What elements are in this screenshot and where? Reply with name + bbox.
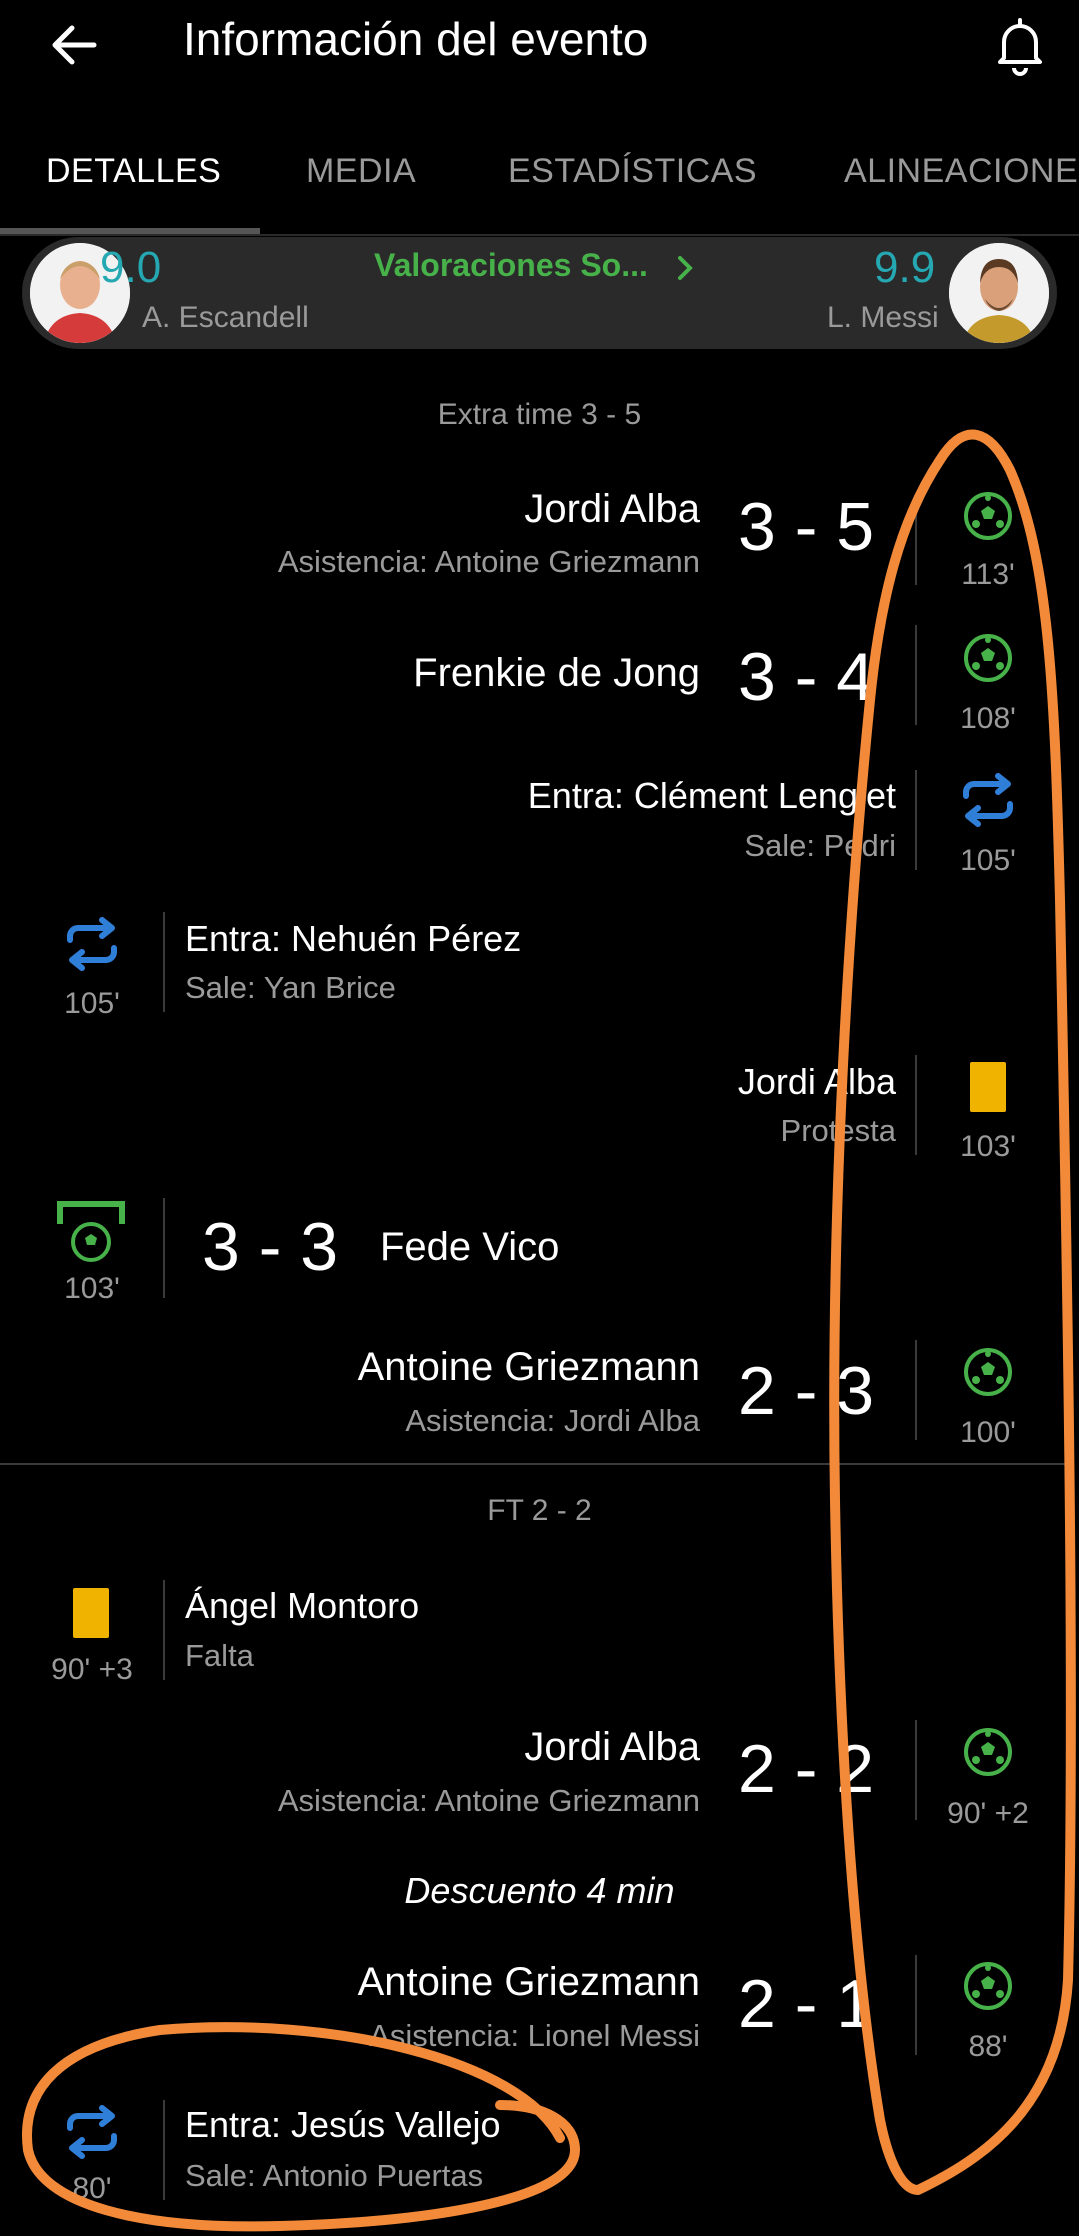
event-divider [915,495,917,585]
event-minute: 103' [64,1272,120,1305]
event-player: Antoine Griezmann [357,1345,700,1389]
event-divider [915,1955,917,2055]
event-detail: Asistencia: Antoine Griezmann [277,1783,700,1818]
event-divider [915,770,917,870]
page-title: Información del evento [183,13,649,65]
event-divider [163,2100,165,2200]
substitution-icon [67,917,117,971]
ratings-link-label: Valoraciones So... [374,247,648,283]
ratings-link[interactable]: Valoraciones So... [374,247,695,284]
event-minute: 100' [960,1416,1016,1449]
away-player-name: L. Messi [827,301,939,334]
stoppage-time-label: Descuento 4 min [404,1870,675,1911]
event-minute: 105' [64,987,120,1020]
penalty-goal-icon [57,1201,125,1262]
event-score: 2 - 3 [738,1353,875,1429]
event-score: 2 - 2 [738,1731,875,1807]
tab-alineaciones[interactable]: ALINEACIONES [844,152,1079,191]
yellow-card-icon [970,1062,1006,1112]
event-minute: 90' +3 [51,1653,133,1686]
home-player-rating: 9.0 [100,243,162,292]
event-divider [915,1340,917,1440]
substitution-icon [67,2105,117,2159]
tab-estadisticas[interactable]: ESTADÍSTICAS [508,152,757,191]
event-divider [163,912,165,1012]
event-player: Fede Vico [380,1225,560,1269]
event-divider [915,625,917,725]
chevron-right-icon [677,255,693,280]
event-score: 3 - 3 [202,1209,339,1285]
event-minute: 80' [72,2172,112,2205]
full-time-label: FT 2 - 2 [487,1494,592,1527]
event-score: 3 - 5 [738,489,875,565]
period-divider [0,1463,1065,1465]
event-detail: Sale: Pedri [744,828,896,863]
event-player: Jordi Alba [524,1725,700,1769]
home-player-name: A. Escandell [142,301,309,334]
event-minute: 103' [960,1130,1016,1163]
tab-bar: DETALLES MEDIA ESTADÍSTICAS ALINEACIONES [0,130,1079,236]
goal-ball-icon [964,1728,1012,1776]
event-player: Antoine Griezmann [357,1960,700,2004]
substitution-icon [963,773,1013,827]
event-player: Jordi Alba [524,487,700,531]
event-detail: Sale: Antonio Puertas [185,2158,484,2193]
event-divider [915,1055,917,1155]
event-detail: Falta [185,1638,254,1673]
yellow-card-icon [73,1588,109,1638]
event-minute: 108' [960,702,1016,735]
event-minute: 113' [961,558,1015,591]
event-minute: 90' +2 [947,1797,1029,1830]
active-tab-indicator [0,228,260,234]
event-player: Entra: Nehuén Pérez [185,918,522,959]
bell-icon[interactable] [990,12,1050,78]
goal-ball-icon [964,634,1012,682]
goal-ball-icon [964,1348,1012,1396]
event-player: Frenkie de Jong [413,651,700,695]
event-player: Entra: Jesús Vallejo [185,2104,501,2145]
arrow-left-icon[interactable] [40,10,110,80]
event-minute: 105' [960,844,1016,877]
event-player: Jordi Alba [737,1061,896,1102]
tab-detalles[interactable]: DETALLES [46,152,221,191]
event-detail: Asistencia: Lionel Messi [369,2018,700,2053]
event-score: 2 - 1 [738,1966,875,2042]
event-detail: Sale: Yan Brice [185,970,396,1005]
event-divider [915,1720,917,1820]
away-player-avatar [949,243,1049,343]
event-minute: 88' [968,2030,1008,2063]
event-score: 3 - 4 [738,639,875,715]
away-player-rating: 9.9 [874,243,936,292]
event-player: Ángel Montoro [185,1585,420,1626]
goal-ball-icon [964,1962,1012,2010]
extra-time-label: Extra time 3 - 5 [437,398,642,431]
top-bar: Información del evento [0,0,1079,90]
event-divider [163,1198,165,1298]
event-detail: Protesta [780,1113,896,1148]
event-player: Entra: Clément Lenglet [527,775,896,816]
goal-ball-icon [964,492,1012,540]
event-detail: Asistencia: Antoine Griezmann [277,544,700,579]
event-detail: Asistencia: Jordi Alba [405,1403,700,1438]
player-ratings-bar[interactable]: 9.0 A. Escandell Valoraciones So... 9.9 … [22,237,1057,349]
event-divider [163,1580,165,1680]
tab-media[interactable]: MEDIA [306,152,416,191]
